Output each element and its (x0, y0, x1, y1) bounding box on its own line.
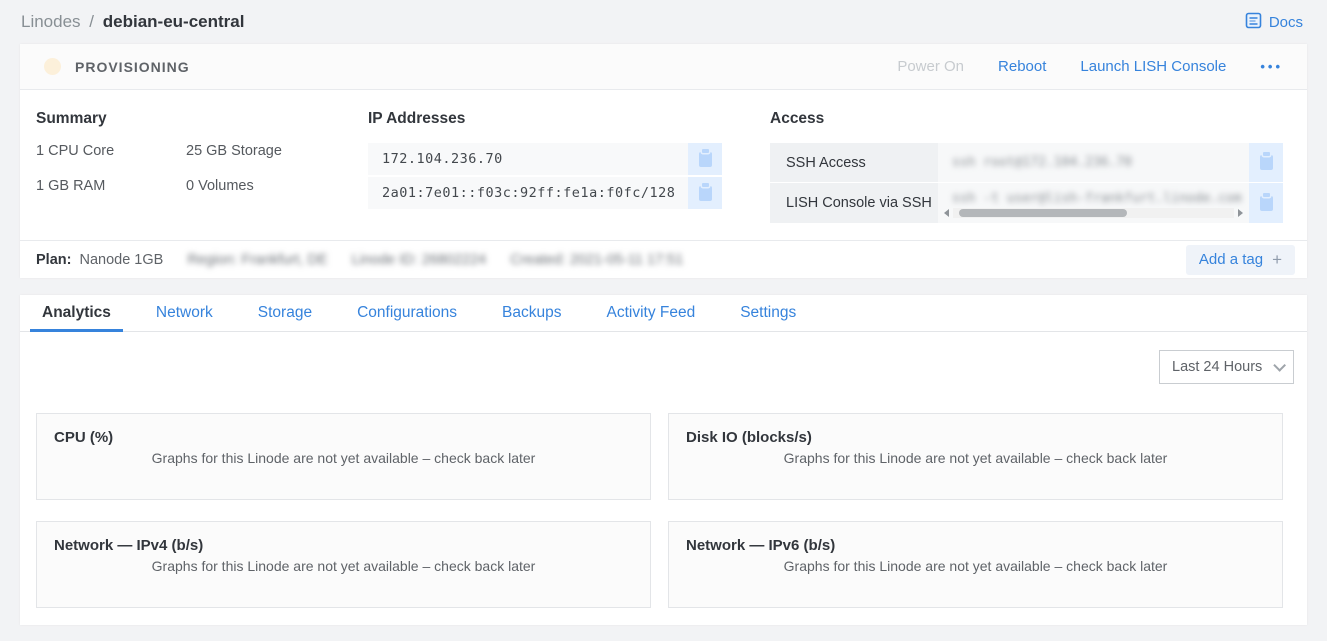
clipboard-icon (1260, 155, 1273, 170)
ipv4-row: 172.104.236.70 (368, 143, 722, 175)
region-item: Region: Frankfurt, DE (187, 252, 327, 268)
tab-backups[interactable]: Backups (496, 295, 567, 331)
status-actions: Power On Reboot Launch LISH Console ••• (897, 58, 1283, 75)
status-bar: PROVISIONING Power On Reboot Launch LISH… (20, 44, 1307, 90)
ipv6-row: 2a01:7e01::f03c:92ff:fe1a:f0fc/128 (368, 177, 722, 209)
disk-io-graph-title: Disk IO (blocks/s) (669, 414, 1282, 446)
tab-storage[interactable]: Storage (252, 295, 318, 331)
breadcrumb-linodes-link[interactable]: Linodes (21, 12, 81, 31)
chevron-down-icon (1273, 359, 1286, 372)
docs-icon (1245, 12, 1262, 33)
scroll-right-icon[interactable] (1238, 209, 1243, 217)
ssh-access-row: SSH Access ssh root@172.104.236.70 (770, 143, 1283, 182)
plan-label: Plan: (36, 252, 71, 268)
disk-io-graph-message: Graphs for this Linode are not yet avail… (669, 450, 1282, 466)
cpu-graph-message: Graphs for this Linode are not yet avail… (37, 450, 650, 466)
copy-lish-button[interactable] (1249, 183, 1283, 223)
status-badge: PROVISIONING (75, 59, 190, 75)
analytics-panel: Last 24 Hours CPU (%) Graphs for this Li… (20, 332, 1307, 625)
more-actions-icon[interactable]: ••• (1260, 59, 1283, 74)
linode-id-item: Linode ID: 26802224 (352, 252, 487, 268)
time-range-select[interactable]: Last 24 Hours (1159, 350, 1294, 384)
launch-lish-console-button[interactable]: Launch LISH Console (1080, 58, 1226, 75)
linode-detail-card: PROVISIONING Power On Reboot Launch LISH… (20, 44, 1307, 278)
linode-tabs-card: Analytics Network Storage Configurations… (20, 295, 1307, 625)
clipboard-icon (699, 152, 712, 167)
horizontal-scrollbar[interactable] (944, 207, 1243, 219)
lish-console-value: ssh -t user@lish-frankfurt.linode.com (938, 183, 1249, 223)
add-a-tag-button[interactable]: Add a tag + (1186, 245, 1295, 275)
summary-storage: 25 GB Storage (186, 143, 368, 159)
tab-bar: Analytics Network Storage Configurations… (20, 295, 1307, 332)
docs-link[interactable]: Docs (1245, 12, 1303, 33)
ip-addresses-heading: IP Addresses (368, 110, 722, 128)
tab-analytics[interactable]: Analytics (36, 295, 117, 331)
ssh-access-command: ssh root@172.104.236.70 (952, 155, 1132, 170)
lish-console-command: ssh -t user@lish-frankfurt.linode.com (952, 191, 1242, 206)
network-ipv4-graph-message: Graphs for this Linode are not yet avail… (37, 558, 650, 574)
tab-network[interactable]: Network (150, 295, 219, 331)
breadcrumb-separator: / (89, 12, 94, 31)
summary-volumes: 0 Volumes (186, 178, 368, 194)
graphs-grid: CPU (%) Graphs for this Linode are not y… (36, 413, 1283, 608)
summary-heading: Summary (36, 110, 368, 128)
scroll-left-icon[interactable] (944, 209, 949, 217)
cpu-graph-title: CPU (%) (37, 414, 650, 446)
ssh-access-label: SSH Access (770, 143, 938, 182)
scrollbar-track[interactable] (953, 208, 1234, 218)
network-ipv6-graph-panel: Network — IPv6 (b/s) Graphs for this Lin… (668, 521, 1283, 608)
disk-io-graph-panel: Disk IO (blocks/s) Graphs for this Linod… (668, 413, 1283, 500)
ssh-access-value: ssh root@172.104.236.70 (938, 143, 1249, 182)
reboot-button[interactable]: Reboot (998, 58, 1046, 75)
breadcrumb-current-linode: debian-eu-central (103, 12, 245, 31)
created-item: Created: 2021-05-11 17:51 (510, 252, 683, 268)
ipv6-address: 2a01:7e01::f03c:92ff:fe1a:f0fc/128 (368, 177, 688, 209)
scrollbar-thumb[interactable] (959, 209, 1128, 217)
plan-item: Plan: Nanode 1GB (36, 252, 163, 268)
linode-meta-row: Plan: Nanode 1GB Region: Frankfurt, DE L… (20, 240, 1307, 278)
tab-settings[interactable]: Settings (734, 295, 802, 331)
lish-console-row: LISH Console via SSH ssh -t user@lish-fr… (770, 183, 1283, 223)
docs-label: Docs (1269, 14, 1303, 31)
network-ipv4-graph-panel: Network — IPv4 (b/s) Graphs for this Lin… (36, 521, 651, 608)
plan-value: Nanode 1GB (79, 252, 163, 268)
breadcrumb: Linodes / debian-eu-central (21, 12, 244, 32)
copy-ipv6-button[interactable] (688, 177, 722, 209)
summary-cpu: 1 CPU Core (36, 143, 186, 159)
summary-ram: 1 GB RAM (36, 178, 186, 194)
access-heading: Access (770, 110, 1283, 128)
cpu-graph-panel: CPU (%) Graphs for this Linode are not y… (36, 413, 651, 500)
ipv4-address: 172.104.236.70 (368, 143, 688, 175)
tab-configurations[interactable]: Configurations (351, 295, 463, 331)
linode-overview-body: Summary 1 CPU Core 25 GB Storage 1 GB RA… (20, 90, 1307, 240)
ip-addresses-section: IP Addresses 172.104.236.70 2a01:7e01::f… (368, 110, 722, 224)
page-header: Linodes / debian-eu-central Docs (0, 0, 1327, 44)
network-ipv4-graph-title: Network — IPv4 (b/s) (37, 522, 650, 554)
copy-ssh-button[interactable] (1249, 143, 1283, 182)
status-dot-icon (44, 58, 61, 75)
tab-activity-feed[interactable]: Activity Feed (600, 295, 701, 331)
time-range-selected-value: Last 24 Hours (1172, 359, 1262, 375)
network-ipv6-graph-message: Graphs for this Linode are not yet avail… (669, 558, 1282, 574)
summary-section: Summary 1 CPU Core 25 GB Storage 1 GB RA… (36, 110, 368, 224)
access-section: Access SSH Access ssh root@172.104.236.7… (770, 110, 1283, 224)
add-a-tag-label: Add a tag (1199, 251, 1263, 268)
network-ipv6-graph-title: Network — IPv6 (b/s) (669, 522, 1282, 554)
plus-icon: + (1272, 250, 1282, 270)
power-on-button[interactable]: Power On (897, 58, 964, 75)
lish-console-label: LISH Console via SSH (770, 183, 938, 223)
copy-ipv4-button[interactable] (688, 143, 722, 175)
clipboard-icon (699, 186, 712, 201)
clipboard-icon (1260, 196, 1273, 211)
